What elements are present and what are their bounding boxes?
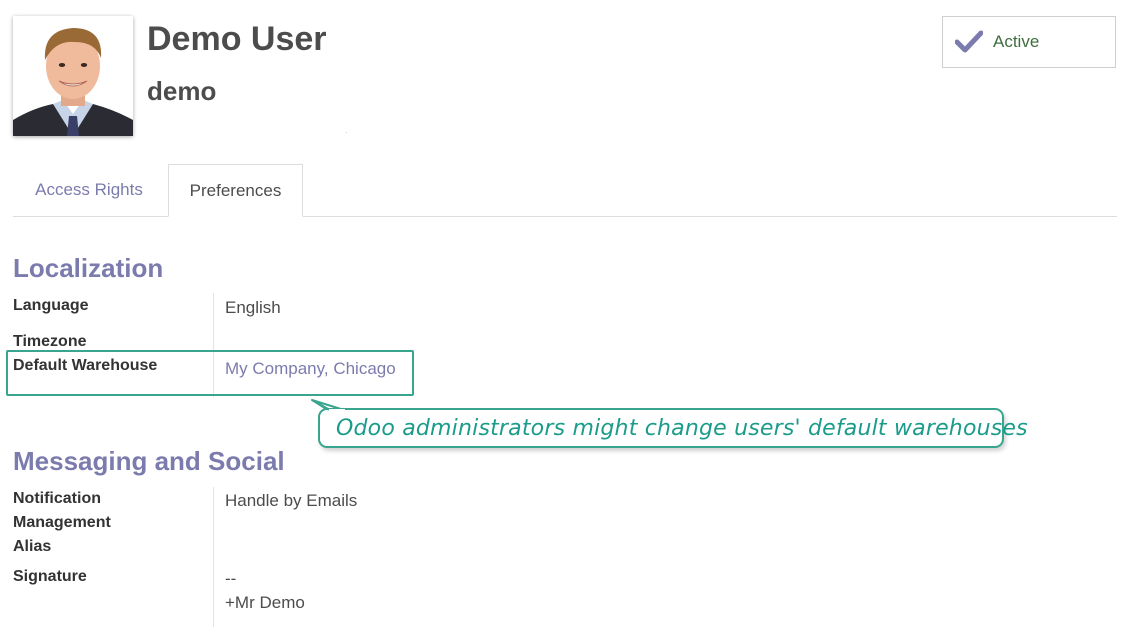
section-messaging-title: Messaging and Social bbox=[13, 446, 285, 476]
signature-label: Signature bbox=[13, 568, 87, 585]
field-divider bbox=[213, 487, 214, 627]
tab-access-rights[interactable]: Access Rights bbox=[13, 164, 165, 216]
active-label: Active bbox=[993, 32, 1040, 51]
active-toggle-button[interactable]: Active bbox=[942, 16, 1116, 68]
divider-dot bbox=[346, 132, 347, 133]
section-localization-title: Localization bbox=[13, 253, 164, 283]
warehouse-highlight-box bbox=[6, 350, 414, 396]
notification-label-line2: Management bbox=[13, 514, 111, 531]
language-value[interactable]: English bbox=[225, 296, 281, 320]
tab-bar: Access Rights Preferences bbox=[13, 164, 1117, 217]
signature-line-1: -- bbox=[225, 569, 237, 588]
notification-value[interactable]: Handle by Emails bbox=[225, 489, 357, 513]
check-icon bbox=[955, 30, 983, 53]
callout-pointer-cover bbox=[311, 399, 345, 415]
user-name: Demo User bbox=[147, 20, 327, 58]
notification-label-line3: Alias bbox=[13, 538, 52, 555]
signature-line-2: +Mr Demo bbox=[225, 593, 305, 612]
user-login: demo bbox=[147, 76, 217, 106]
language-label: Language bbox=[13, 297, 89, 314]
callout-text: Odoo administrators might change users' … bbox=[336, 415, 1028, 441]
annotation-callout: Odoo administrators might change users' … bbox=[318, 408, 1028, 448]
user-avatar[interactable] bbox=[13, 16, 133, 136]
tab-preferences[interactable]: Preferences bbox=[168, 164, 303, 217]
notification-label-line1: Notification bbox=[13, 490, 101, 507]
avatar-portrait bbox=[13, 16, 133, 136]
